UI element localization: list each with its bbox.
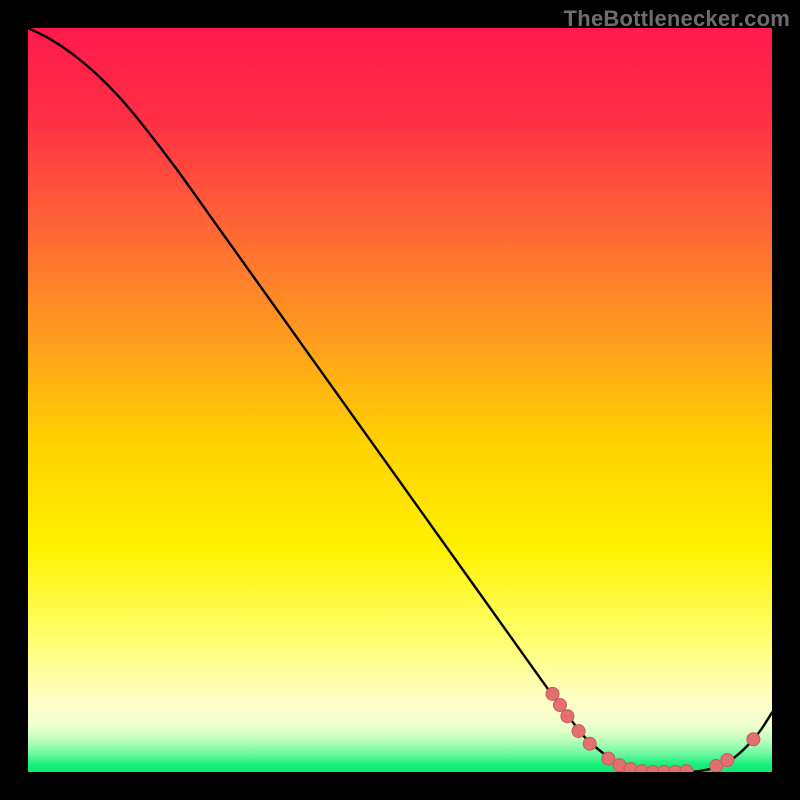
curve-marker — [553, 699, 566, 712]
bottleneck-curve — [28, 28, 772, 772]
curve-marker — [680, 765, 693, 772]
curve-marker — [721, 754, 734, 767]
curve-marker — [583, 737, 596, 750]
curve-marker — [747, 733, 760, 746]
watermark-text: TheBottlenecker.com — [564, 6, 790, 32]
plot-area — [28, 28, 772, 772]
curve-marker — [561, 710, 574, 723]
chart-stage: TheBottlenecker.com — [0, 0, 800, 800]
curve-marker — [546, 687, 559, 700]
curve-path — [28, 28, 772, 772]
curve-markers — [546, 687, 760, 772]
curve-marker — [572, 725, 585, 738]
